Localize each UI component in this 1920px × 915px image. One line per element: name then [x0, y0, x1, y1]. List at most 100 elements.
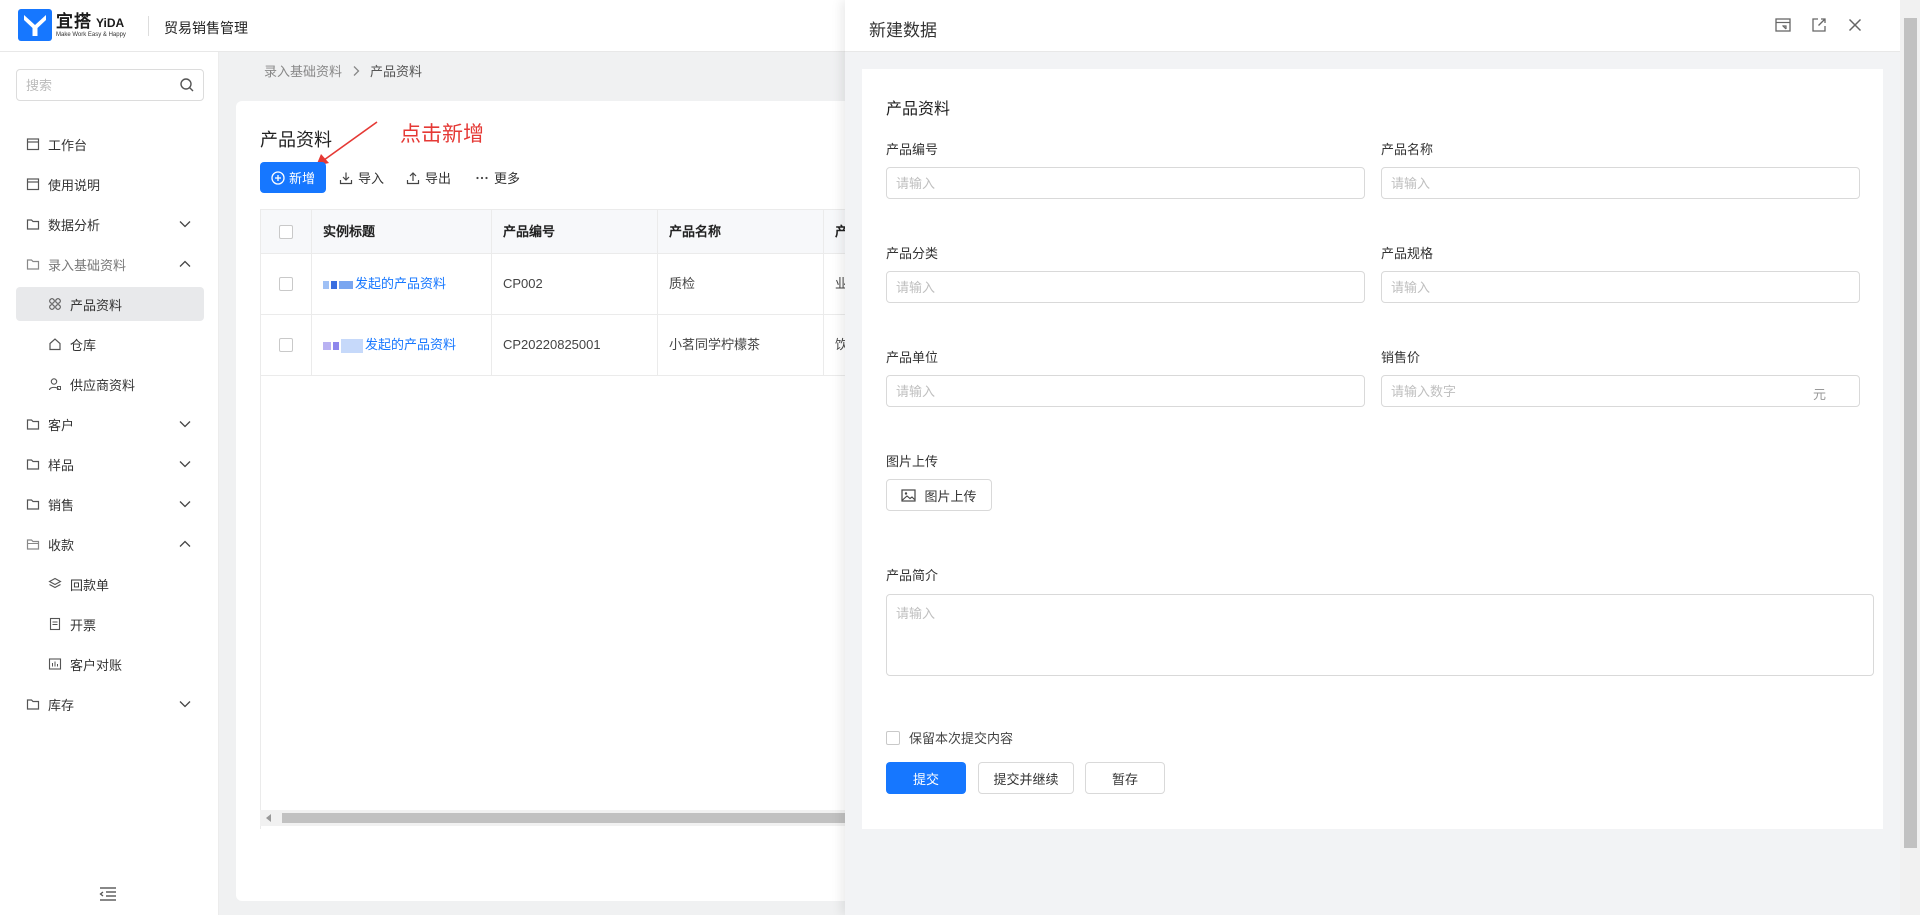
sidebar-item-label: 客户 [48, 417, 75, 433]
home-icon [47, 336, 63, 352]
sidebar-item-warehouse[interactable]: 仓库 [16, 327, 204, 361]
product-category-input[interactable] [887, 272, 1364, 302]
search-icon[interactable] [179, 77, 195, 93]
field-label-product-unit: 产品单位 [886, 350, 939, 365]
sidebar-item-supplier[interactable]: 供应商资料 [16, 367, 204, 401]
row-name: 小茗同学柠檬茶 [669, 337, 761, 352]
product-desc-field [886, 594, 1874, 676]
import-button[interactable]: 导入 [339, 162, 384, 193]
sidebar-item-collection[interactable]: 收款 [16, 527, 204, 561]
folder-icon [25, 216, 41, 232]
sidebar-item-basic-data[interactable]: 录入基础资料 [16, 247, 204, 281]
form-section-title: 产品资料 [886, 101, 951, 118]
sidebar-item-product-info[interactable]: 产品资料 [16, 287, 204, 321]
column-header[interactable]: 产品名称 [669, 210, 721, 254]
product-name-field [1381, 167, 1860, 199]
sidebar-item-invoice[interactable]: 开票 [16, 607, 204, 641]
layers-icon [47, 576, 63, 592]
sidebar-item-customer[interactable]: 客户 [16, 407, 204, 441]
folder-open-icon [25, 536, 41, 552]
sidebar-item-data-analysis[interactable]: 数据分析 [16, 207, 204, 241]
horizontal-scrollbar[interactable] [260, 810, 900, 826]
checkbox-box[interactable] [886, 730, 900, 745]
submit-button[interactable]: 提交 [886, 762, 966, 794]
column-header[interactable]: 实例标题 [323, 210, 375, 254]
chevron-down-icon [179, 421, 191, 428]
row-title-text: 发起的产品资料 [355, 276, 447, 291]
table-row[interactable]: 发起的产品资料 CP20220825001 小茗同学柠檬茶 饮 [261, 315, 899, 376]
product-unit-input[interactable] [887, 376, 1364, 406]
chevron-up-icon [179, 260, 191, 267]
more-button[interactable]: 更多 [475, 162, 520, 193]
folder-icon [25, 496, 41, 512]
grid-icon [47, 296, 63, 312]
sidebar-item-label: 仓库 [70, 337, 97, 353]
submit-continue-button[interactable]: 提交并继续 [978, 762, 1074, 794]
data-table: 实例标题 产品编号 产品名称 产 发起的产品资料 CP002 质检 业 发起的产… [260, 209, 900, 829]
product-category-field [886, 271, 1365, 303]
sale-price-field: 元 [1381, 375, 1860, 407]
product-code-input[interactable] [887, 168, 1364, 198]
redacted-avatar [323, 280, 329, 289]
row-checkbox[interactable] [279, 338, 293, 352]
vertical-scrollbar[interactable] [1900, 0, 1920, 915]
row-title-text: 发起的产品资料 [365, 337, 457, 352]
breadcrumb-parent[interactable]: 录入基础资料 [264, 61, 342, 80]
field-label-product-spec: 产品规格 [1381, 246, 1434, 261]
form-card: 产品资料 产品编号 产品名称 产品分类 产品规格 产品单位 销售价 元 图片上传… [862, 69, 1883, 829]
new-button[interactable]: 新增 [260, 162, 326, 193]
row-title-link[interactable]: 发起的产品资料 [323, 315, 456, 375]
logo-slogan: Make Work Easy & Happy [56, 31, 126, 38]
row-checkbox[interactable] [279, 277, 293, 291]
save-window-icon[interactable] [1774, 16, 1792, 34]
product-spec-input[interactable] [1382, 272, 1859, 302]
document-icon [47, 616, 63, 632]
image-upload-button[interactable]: 图片上传 [886, 479, 992, 511]
sidebar-item-workbench[interactable]: 工作台 [16, 127, 204, 161]
product-name-input[interactable] [1382, 168, 1859, 198]
product-desc-textarea[interactable] [887, 595, 1873, 675]
sale-price-input[interactable] [1382, 376, 1859, 406]
app-name[interactable]: 贸易销售管理 [164, 18, 248, 38]
column-header[interactable]: 产品编号 [503, 210, 555, 254]
open-new-window-icon[interactable] [1810, 16, 1828, 34]
save-draft-button[interactable]: 暂存 [1085, 762, 1165, 794]
sidebar-item-reconciliation[interactable]: 客户对账 [16, 647, 204, 681]
table-row[interactable]: 发起的产品资料 CP002 质检 业 [261, 254, 899, 315]
yida-logo[interactable]: 宜搭 YiDA Make Work Easy & Happy [18, 9, 126, 41]
select-all-checkbox[interactable] [279, 225, 293, 239]
keep-content-checkbox[interactable]: 保留本次提交内容 [886, 728, 1013, 747]
export-button[interactable]: 导出 [406, 162, 451, 193]
redacted-avatar [323, 341, 331, 350]
chevron-down-icon [179, 701, 191, 708]
product-spec-field [1381, 271, 1860, 303]
sidebar-item-label: 客户对账 [70, 657, 123, 673]
row-code: CP20220825001 [503, 337, 601, 352]
sidebar-item-label: 数据分析 [48, 217, 101, 233]
sidebar-item-inventory[interactable]: 库存 [16, 687, 204, 721]
breadcrumb: 录入基础资料 产品资料 [264, 61, 422, 80]
breadcrumb-current: 产品资料 [370, 64, 423, 79]
search-input[interactable] [17, 70, 167, 100]
bar-chart-icon [47, 656, 63, 672]
scrollbar-thumb[interactable] [1904, 18, 1917, 848]
chevron-up-icon [179, 540, 191, 547]
close-icon[interactable] [1846, 16, 1864, 34]
calendar-icon [25, 176, 41, 192]
sidebar-item-instructions[interactable]: 使用说明 [16, 167, 204, 201]
row-title-link[interactable]: 发起的产品资料 [323, 254, 446, 314]
collapse-sidebar-icon[interactable] [98, 886, 118, 902]
ellipsis-icon [476, 176, 488, 179]
scroll-left-icon[interactable] [266, 814, 271, 822]
redacted-avatar [339, 280, 353, 289]
field-label-product-code: 产品编号 [886, 142, 939, 157]
folder-icon [25, 416, 41, 432]
sidebar-item-sales[interactable]: 销售 [16, 487, 204, 521]
row-name: 质检 [669, 276, 696, 291]
drawer-title: 新建数据 [869, 21, 937, 40]
sidebar: 工作台 使用说明 数据分析 录入基础资料 产品资料 仓库 供应商资料 客户 样品… [0, 52, 219, 915]
scrollbar-thumb[interactable] [282, 813, 900, 823]
chevron-down-icon [179, 501, 191, 508]
sidebar-item-sample[interactable]: 样品 [16, 447, 204, 481]
sidebar-item-payment-receipt[interactable]: 回款单 [16, 567, 204, 601]
